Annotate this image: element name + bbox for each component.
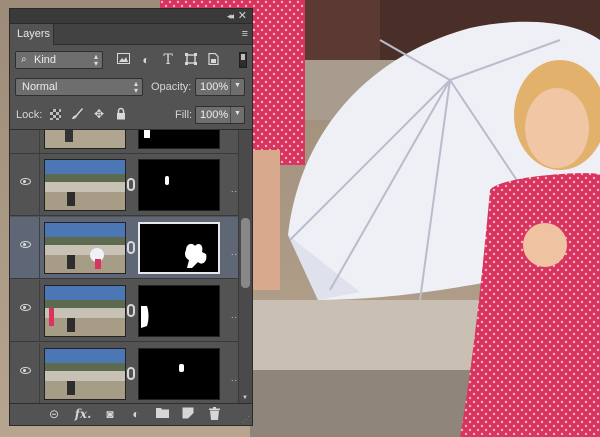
fill-field[interactable]: 100% ▼ <box>195 106 245 124</box>
opacity-field[interactable]: 100% ▼ <box>195 78 245 96</box>
lock-image-pixels-icon[interactable] <box>70 107 84 121</box>
layer-mask-thumbnail[interactable] <box>138 285 220 337</box>
fill-label: Fill: <box>175 109 193 121</box>
layer-thumbnail[interactable] <box>44 130 126 149</box>
mask-shape <box>185 243 207 268</box>
filter-toggle-switch[interactable] <box>239 52 247 68</box>
mask-shape <box>165 176 169 185</box>
layer-thumbnail[interactable] <box>44 285 126 337</box>
visibility-toggle[interactable] <box>10 130 40 153</box>
panel-menu-icon[interactable]: ≡ <box>242 28 248 40</box>
mask-shape <box>144 130 150 138</box>
eye-icon[interactable] <box>20 241 31 248</box>
search-icon: ⌕ <box>21 54 27 65</box>
mask-link-icon[interactable] <box>127 241 135 254</box>
lock-row: Lock: ✥ Fill: 100% ▼ <box>10 103 252 127</box>
adjustment-layer-icon[interactable]: ◐ <box>128 407 144 422</box>
panel-bottom-toolbar: ⊝ fx. ◙ ◐ ⋰ <box>10 403 252 425</box>
layers-panel: ◂◂ ✕ Layers ≡ ⌕ Kind ▴ ▾ ◐ T Normal ▴ ▾ Op… <box>9 8 253 426</box>
panel-title-bar[interactable]: ◂◂ ✕ <box>10 9 252 24</box>
eye-icon[interactable] <box>20 367 31 374</box>
eye-icon[interactable] <box>20 304 31 311</box>
layer-list-scrollbar[interactable]: ▼ <box>238 130 252 403</box>
blend-row: Normal ▴ ▾ Opacity: 100% ▼ <box>10 75 252 99</box>
layer-list[interactable]: .. .. .. .. <box>10 129 252 403</box>
layer-mask-thumbnail[interactable] <box>138 130 220 149</box>
visibility-toggle[interactable] <box>10 280 40 341</box>
add-mask-icon[interactable]: ◙ <box>102 407 118 422</box>
scroll-down-arrow-icon[interactable]: ▼ <box>242 395 248 401</box>
lock-label: Lock: <box>16 109 43 121</box>
new-group-folder-icon[interactable] <box>154 407 170 422</box>
lock-position-icon[interactable]: ✥ <box>92 107 106 121</box>
layer-thumbnail[interactable] <box>44 159 126 211</box>
visibility-toggle[interactable] <box>10 217 40 278</box>
blend-mode-dropdown[interactable]: Normal ▴ ▾ <box>15 78 143 96</box>
shape-filter-icon[interactable] <box>184 53 198 67</box>
scrollbar-thumb[interactable] <box>241 218 250 288</box>
lock-all-icon[interactable] <box>114 107 128 121</box>
trash-icon[interactable] <box>206 407 222 422</box>
filter-kind-label: Kind <box>34 54 57 66</box>
type-filter-icon[interactable]: T <box>161 53 175 67</box>
opacity-label: Opacity: <box>151 81 192 93</box>
layer-mask-thumbnail[interactable] <box>138 159 220 211</box>
new-layer-icon[interactable] <box>180 407 196 422</box>
visibility-toggle[interactable] <box>10 343 40 403</box>
fill-dropdown-icon[interactable]: ▼ <box>230 107 244 123</box>
layer-mask-thumbnail[interactable] <box>138 222 220 274</box>
layer-row[interactable]: .. <box>10 280 238 342</box>
filter-kind-dropdown[interactable]: ⌕ Kind ▴ ▾ <box>15 51 103 69</box>
dropdown-arrows-icon: ▴ ▾ <box>133 79 138 95</box>
layer-row[interactable]: .. <box>10 343 238 403</box>
visibility-toggle[interactable] <box>10 154 40 215</box>
close-icon[interactable]: ✕ <box>238 9 247 22</box>
dropdown-arrows-icon: ▴ ▾ <box>93 52 98 68</box>
link-layers-icon[interactable]: ⊝ <box>46 407 62 422</box>
mask-link-icon[interactable] <box>127 178 135 191</box>
layer-row[interactable]: .. <box>10 154 238 216</box>
collapse-panel-icon[interactable]: ◂◂ <box>227 11 234 22</box>
blend-mode-value: Normal <box>22 81 58 93</box>
opacity-dropdown-icon[interactable]: ▼ <box>230 79 244 95</box>
fx-icon[interactable]: fx. <box>72 407 94 422</box>
fill-value: 100% <box>200 109 229 121</box>
layer-thumbnail[interactable] <box>44 348 126 400</box>
layer-options-icon[interactable]: .. <box>231 184 238 194</box>
layer-options-icon[interactable]: .. <box>231 373 238 383</box>
mask-shape <box>141 306 149 328</box>
layer-options-icon[interactable]: .. <box>231 310 238 320</box>
mask-shape <box>179 364 184 372</box>
layer-options-icon[interactable]: .. <box>231 130 238 132</box>
eye-icon[interactable] <box>20 178 31 185</box>
mask-link-icon[interactable] <box>127 367 135 380</box>
layer-row[interactable]: .. <box>10 130 238 154</box>
panel-tab-row: Layers ≡ <box>10 24 252 45</box>
mask-link-icon[interactable] <box>127 304 135 317</box>
layer-row-selected[interactable]: .. <box>10 217 238 279</box>
layer-mask-thumbnail[interactable] <box>138 348 220 400</box>
filter-row: ⌕ Kind ▴ ▾ ◐ T <box>10 48 252 72</box>
resize-grip-icon[interactable]: ⋰ <box>242 415 250 424</box>
image-filter-icon[interactable] <box>116 53 130 67</box>
opacity-value: 100% <box>200 81 229 93</box>
layer-thumbnail[interactable] <box>44 222 126 274</box>
adjustment-filter-icon[interactable]: ◐ <box>139 53 153 67</box>
tab-layers[interactable]: Layers <box>10 24 54 45</box>
smart-object-filter-icon[interactable] <box>206 52 220 67</box>
layer-options-icon[interactable]: .. <box>231 247 238 257</box>
lock-transparent-pixels-icon[interactable] <box>50 109 61 120</box>
